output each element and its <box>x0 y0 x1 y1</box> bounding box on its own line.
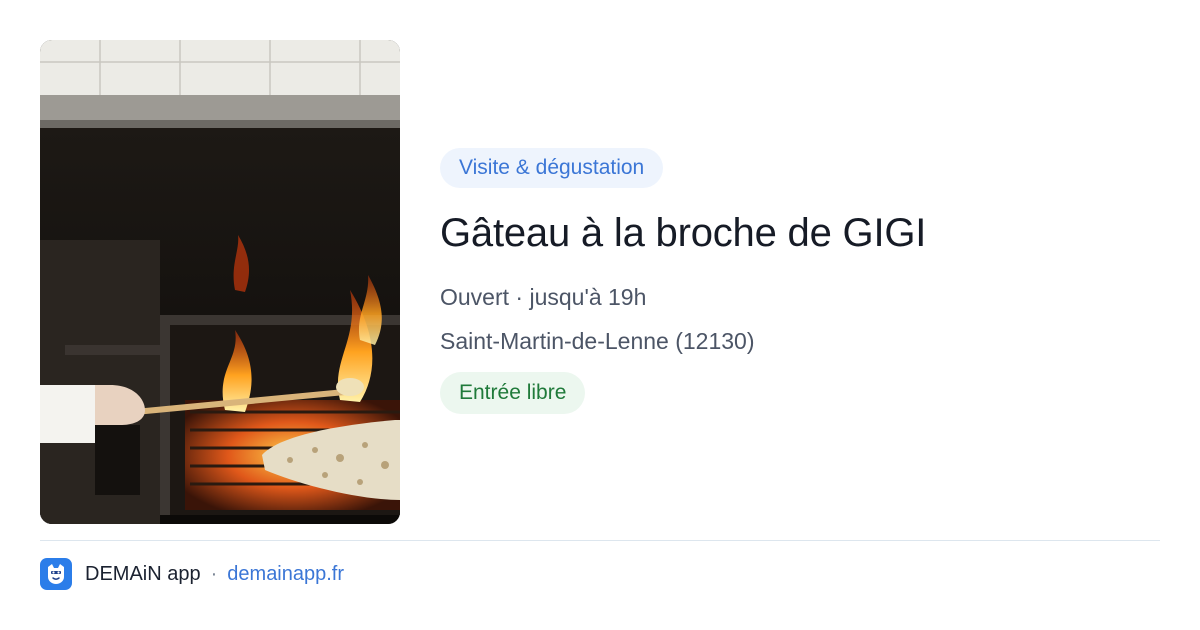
opening-status: Ouvert · jusqu'à 19h <box>440 284 647 310</box>
share-card: Visite & dégustation Gâteau à la broche … <box>0 0 1200 630</box>
footer-separator: · <box>210 562 218 585</box>
demain-app-logo-icon <box>40 558 72 590</box>
listing-title: Gâteau à la broche de GIGI <box>440 211 927 255</box>
footer: DEMAiN app · demainapp.fr <box>40 558 344 590</box>
listing-photo <box>40 40 400 524</box>
app-name: DEMAiN app <box>85 562 201 585</box>
domain-link[interactable]: demainapp.fr <box>227 563 344 586</box>
entry-badge: Entrée libre <box>440 372 586 414</box>
category-tag[interactable]: Visite & dégustation <box>440 148 664 188</box>
listing-address: Saint-Martin-de-Lenne (12130) <box>440 328 755 354</box>
listing-info: Visite & dégustation Gâteau à la broche … <box>440 148 1160 414</box>
footer-divider <box>40 540 1160 541</box>
